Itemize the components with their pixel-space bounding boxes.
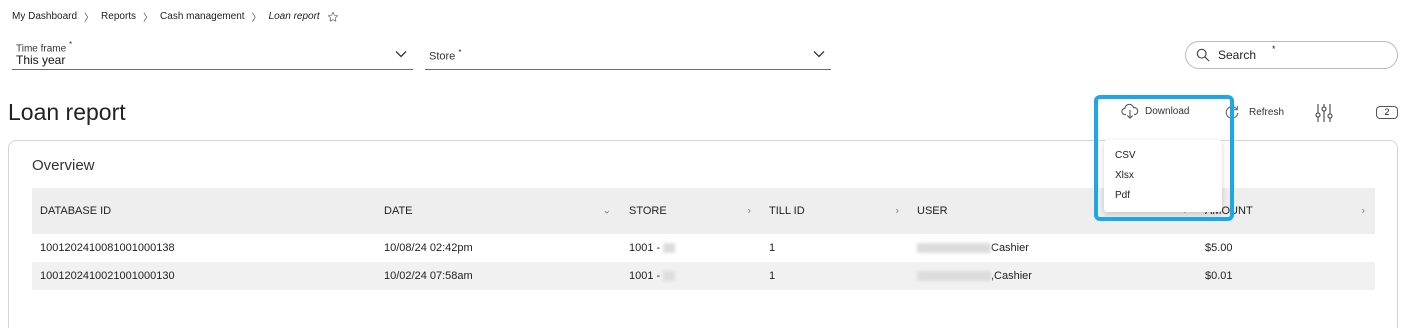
cell-database-id: 1001202410021001000130 — [40, 270, 175, 282]
column-header-database-id[interactable]: DATABASE ID — [32, 188, 376, 234]
breadcrumb-item-cash-management[interactable]: Cash management — [160, 11, 245, 22]
redacted-text — [917, 271, 991, 282]
redacted-text — [663, 271, 676, 282]
column-header-date[interactable]: DATE ⌄ — [376, 188, 621, 234]
chevron-down-icon — [395, 50, 407, 57]
chevron-right-icon[interactable]: › — [748, 206, 751, 217]
chevron-right-icon[interactable]: › — [896, 206, 899, 217]
cell-store: 1001 - — [621, 262, 761, 290]
timeframe-value: This year — [16, 53, 66, 67]
cell-store: 1001 - — [621, 234, 761, 262]
cell-user: ,Cashier — [909, 262, 1197, 290]
cloud-download-icon — [1121, 103, 1139, 119]
chevron-right-icon[interactable]: › — [1362, 206, 1365, 217]
sort-desc-icon[interactable]: ⌄ — [603, 206, 611, 217]
breadcrumb-separator: 〉 — [143, 13, 154, 24]
redacted-text — [663, 243, 676, 254]
cell-amount: $0.01 — [1205, 270, 1233, 282]
breadcrumb-separator: 〉 — [84, 13, 95, 24]
menu-item-pdf[interactable]: Pdf — [1104, 186, 1222, 206]
cell-till-id: 1 — [769, 242, 776, 254]
table-row[interactable]: 1001202410021001000130 10/02/24 07:58am … — [32, 262, 1375, 290]
timeframe-select[interactable]: Time frame * This year — [12, 38, 413, 70]
search-required-mark: * — [1272, 44, 1276, 54]
search-icon — [1196, 48, 1210, 62]
breadcrumb-item-reports[interactable]: Reports — [101, 11, 136, 22]
download-menu: CSV Xlsx Pdf — [1104, 140, 1222, 212]
breadcrumb-item-dashboard[interactable]: My Dashboard — [12, 11, 77, 22]
sliders-icon[interactable] — [1314, 103, 1334, 123]
store-select[interactable]: Store * — [425, 38, 831, 70]
refresh-icon — [1225, 105, 1239, 119]
download-label: Download — [1145, 105, 1190, 117]
cell-till-id: 1 — [769, 270, 776, 282]
breadcrumb-current: Loan report — [268, 11, 320, 22]
filter-count-badge[interactable]: 2 — [1376, 106, 1398, 119]
column-header-till-id[interactable]: TILL ID › — [761, 188, 909, 234]
breadcrumb-separator: 〉 — [251, 13, 262, 24]
table-row[interactable]: 1001202410081001000138 10/08/24 02:42pm … — [32, 234, 1375, 262]
store-label: Store * — [429, 48, 462, 63]
search-box[interactable]: * — [1185, 41, 1398, 69]
search-input[interactable] — [1218, 46, 1388, 64]
column-header-amount[interactable]: AMOUNT › — [1197, 188, 1375, 234]
column-header-store[interactable]: STORE › — [621, 188, 761, 234]
menu-item-csv[interactable]: CSV — [1104, 146, 1222, 166]
refresh-button[interactable]: Refresh — [1223, 104, 1284, 120]
cell-date: 10/02/24 07:58am — [384, 270, 473, 282]
menu-item-xlsx[interactable]: Xlsx — [1104, 166, 1222, 186]
overview-title: Overview — [32, 157, 95, 174]
cell-date: 10/08/24 02:42pm — [384, 242, 473, 254]
cell-user: Cashier — [909, 234, 1197, 262]
page-title: Loan report — [8, 99, 126, 125]
download-button[interactable]: Download — [1121, 103, 1189, 119]
chevron-down-icon — [813, 50, 825, 57]
breadcrumb: My Dashboard 〉 Reports 〉 Cash management… — [12, 9, 339, 24]
cell-amount: $5.00 — [1205, 242, 1233, 254]
refresh-label: Refresh — [1249, 106, 1285, 118]
redacted-text — [917, 243, 991, 254]
cell-database-id: 1001202410081001000138 — [40, 242, 175, 254]
star-icon[interactable] — [327, 11, 339, 23]
